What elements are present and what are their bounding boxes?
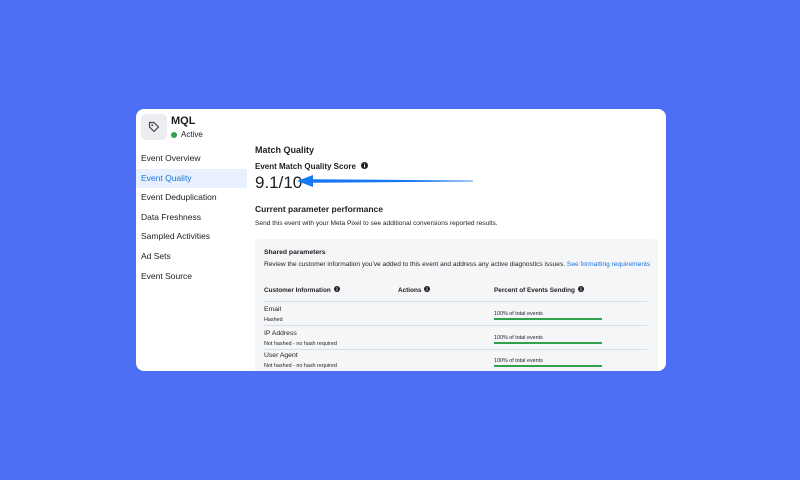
info-icon[interactable] <box>360 162 368 171</box>
event-status: Active <box>171 130 203 139</box>
shared-parameters-panel: Shared parameters Review the customer in… <box>255 239 658 371</box>
match-quality-score: 9.1/10 <box>255 173 303 192</box>
score-label: Event Match Quality Score <box>255 162 368 171</box>
sidebar-item-event-source[interactable]: Event Source <box>136 267 247 286</box>
percent-label: 100% of total events <box>494 335 543 341</box>
column-header-actions: Actions <box>398 286 431 294</box>
table-row-note: Not hashed - no hash required <box>264 341 337 347</box>
table-divider <box>264 301 647 302</box>
percent-progress-fill <box>494 342 602 344</box>
percent-progress-bar <box>494 365 602 367</box>
shared-desc-text: Review the customer information you've a… <box>264 261 566 268</box>
table-row-name: Email <box>264 306 281 313</box>
sidebar-item-data-freshness[interactable]: Data Freshness <box>136 208 247 227</box>
sidebar-item-event-quality[interactable]: Event Quality <box>136 168 247 188</box>
tag-icon <box>141 114 167 140</box>
table-row-note: Not hashed - no hash required <box>264 363 337 369</box>
table-row-note: Hashed <box>264 317 283 323</box>
sidebar-item-event-deduplication[interactable]: Event Deduplication <box>136 188 247 207</box>
percent-progress-fill <box>494 365 602 367</box>
percent-progress-fill <box>494 318 602 320</box>
column-header-percent-of-events: Percent of Events Sending <box>494 286 584 294</box>
column-header-label: Actions <box>398 286 422 294</box>
shared-parameters-title: Shared parameters <box>264 249 326 256</box>
table-divider <box>264 325 647 326</box>
table-divider <box>264 349 647 350</box>
info-icon[interactable] <box>333 286 340 294</box>
score-label-text: Event Match Quality Score <box>255 162 356 171</box>
event-details-card: MQL Active Event Overview Event Quality … <box>136 109 666 371</box>
status-dot-icon <box>171 131 177 138</box>
percent-progress-bar <box>494 342 602 344</box>
sidebar-item-ad-sets[interactable]: Ad Sets <box>136 247 247 266</box>
arrow-annotation-icon <box>297 175 473 187</box>
parameter-description: Send this event with your Meta Pixel to … <box>255 220 498 227</box>
table-row-name: IP Address <box>264 330 297 337</box>
column-header-label: Percent of Events Sending <box>494 286 575 294</box>
percent-label: 100% of total events <box>494 311 543 317</box>
sidebar-nav: Event Overview Event Quality Event Dedup… <box>136 149 247 286</box>
sidebar-item-event-overview[interactable]: Event Overview <box>136 149 247 168</box>
shared-parameters-description: Review the customer information you've a… <box>264 261 650 268</box>
percent-label: 100% of total events <box>494 358 543 364</box>
info-icon[interactable] <box>424 286 431 294</box>
section-title: Match Quality <box>255 145 315 155</box>
sidebar-item-sampled-activities[interactable]: Sampled Activities <box>136 227 247 246</box>
table-row-name: User Agent <box>264 352 298 359</box>
percent-progress-bar <box>494 318 602 320</box>
event-name: MQL <box>171 115 196 127</box>
info-icon[interactable] <box>577 286 584 294</box>
event-status-label: Active <box>181 130 203 139</box>
parameter-title: Current parameter performance <box>255 204 384 214</box>
column-header-label: Customer Information <box>264 286 331 294</box>
column-header-customer-information: Customer Information <box>264 286 340 294</box>
formatting-requirements-link[interactable]: See formatting requirements <box>567 261 650 268</box>
